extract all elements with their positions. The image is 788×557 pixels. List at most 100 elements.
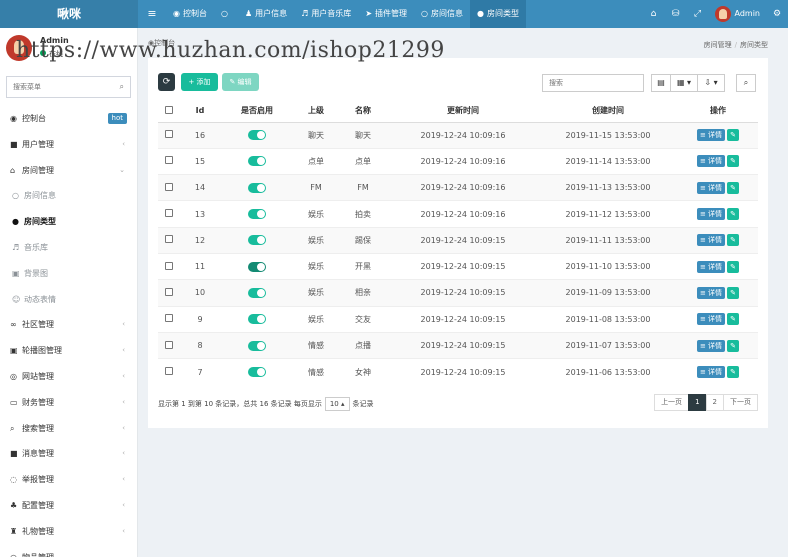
enabled-toggle[interactable]: [248, 209, 266, 220]
detail-button[interactable]: ≡ 详情: [696, 366, 726, 379]
breadcrumb-item[interactable]: 房间管理: [704, 41, 732, 49]
sidebar-item[interactable]: ♜ 礼物管理 ‹: [0, 519, 137, 545]
detail-button[interactable]: ≡ 详情: [696, 260, 726, 273]
row-checkbox[interactable]: [165, 261, 173, 270]
search-icon[interactable]: ⌕: [736, 74, 756, 92]
page-2-button[interactable]: 2: [705, 394, 724, 411]
search-icon[interactable]: ⌕: [120, 82, 124, 92]
table-search-input[interactable]: [549, 79, 639, 87]
row-checkbox[interactable]: [165, 209, 173, 218]
top-username[interactable]: Admin: [735, 0, 761, 28]
menu-toggle-icon[interactable]: ≡: [144, 0, 160, 28]
detail-button[interactable]: ≡ 详情: [696, 155, 726, 168]
sidebar-item[interactable]: ◉ 控制台 hot: [0, 106, 137, 132]
sidebar-item[interactable]: ▭ 财务管理 ‹: [0, 390, 137, 416]
name-cell: 开黑: [338, 252, 388, 280]
row-checkbox[interactable]: [165, 156, 173, 165]
avatar[interactable]: [714, 6, 731, 22]
enabled-toggle[interactable]: [248, 261, 266, 272]
enabled-toggle[interactable]: [248, 156, 266, 167]
page-1-button[interactable]: 1: [688, 394, 707, 411]
home-icon[interactable]: ⌂: [643, 0, 665, 28]
fullscreen-icon[interactable]: ⤢: [687, 0, 709, 28]
gift-icon: ♜: [10, 526, 18, 536]
sidebar-item[interactable]: ● 房间类型: [0, 209, 137, 235]
enabled-toggle[interactable]: [248, 367, 266, 378]
enabled-toggle[interactable]: [248, 314, 266, 325]
sidebar-item[interactable]: ♣ 配置管理 ‹: [0, 493, 137, 519]
sidebar-item[interactable]: ■ 消息管理 ‹: [0, 441, 137, 467]
export-icon[interactable]: ⇩ ▾: [697, 74, 725, 92]
enabled-cell: [220, 226, 294, 254]
detail-button[interactable]: ≡ 详情: [696, 129, 726, 142]
enabled-toggle[interactable]: [248, 235, 266, 246]
sidebar-item[interactable]: ○ 房间信息: [0, 183, 137, 209]
sidebar-item[interactable]: ⌕ 搜索管理 ‹: [0, 416, 137, 442]
row-checkbox[interactable]: [165, 314, 173, 323]
sidebar-item-label: 房间信息: [24, 191, 56, 201]
sidebar-item[interactable]: ◌ 举报管理 ‹: [0, 467, 137, 493]
sidebar-item[interactable]: ∞ 社区管理 ‹: [0, 312, 137, 338]
edit-row-button[interactable]: ✎: [727, 339, 740, 352]
sidebar-search-input[interactable]: [7, 77, 130, 97]
sidebar-item[interactable]: ▣ 背景图: [0, 261, 137, 287]
select-all-checkbox[interactable]: [165, 105, 173, 114]
edit-row-button[interactable]: ✎: [727, 155, 740, 168]
row-checkbox[interactable]: [165, 340, 173, 349]
topnav-item[interactable]: ○ 房间信息: [414, 0, 470, 28]
edit-row-button[interactable]: ✎: [727, 181, 740, 194]
sidebar-item[interactable]: ■ 用户管理 ‹: [0, 132, 137, 158]
next-page-button[interactable]: 下一页: [723, 394, 758, 411]
toggle-view-icon[interactable]: ▤: [651, 74, 671, 92]
brand-logo[interactable]: 啾咪: [0, 0, 138, 28]
enabled-toggle[interactable]: [248, 130, 266, 141]
prev-page-button[interactable]: 上一页: [654, 394, 690, 411]
bank-icon: ⌂: [10, 165, 16, 175]
edit-row-button[interactable]: ✎: [727, 313, 740, 326]
row-select-cell: [158, 305, 180, 333]
edit-row-button[interactable]: ✎: [727, 366, 740, 379]
topnav-item[interactable]: ◉ 控制台: [166, 0, 214, 28]
sidebar-item[interactable]: ◎ 网站管理 ‹: [0, 364, 137, 390]
row-checkbox[interactable]: [165, 287, 173, 296]
topnav-item[interactable]: ♟ 用户信息: [238, 0, 294, 28]
item-icon: ○: [10, 545, 22, 557]
columns-icon[interactable]: ▦ ▾: [670, 74, 698, 92]
topnav-item[interactable]: ➤ 插件管理: [358, 0, 414, 28]
edit-row-button[interactable]: ✎: [727, 234, 740, 247]
sidebar-item[interactable]: ▣ 轮播图管理 ‹: [0, 338, 137, 364]
topnav-item[interactable]: ♬ 用户音乐库: [294, 0, 358, 28]
detail-button[interactable]: ≡ 详情: [696, 339, 726, 352]
edit-row-button[interactable]: ✎: [727, 208, 740, 221]
detail-button[interactable]: ≡ 详情: [696, 181, 726, 194]
sidebar-item[interactable]: ☺ 动态表情: [0, 287, 137, 313]
row-checkbox[interactable]: [165, 235, 173, 244]
refresh-button[interactable]: ⟳: [158, 73, 175, 91]
enabled-toggle[interactable]: [248, 340, 266, 351]
row-checkbox[interactable]: [165, 182, 173, 191]
edit-row-button[interactable]: ✎: [727, 129, 740, 142]
detail-button[interactable]: ≡ 详情: [696, 208, 726, 221]
select-all-header[interactable]: [158, 100, 180, 123]
sidebar-item[interactable]: ○物品管理: [0, 545, 137, 557]
add-button[interactable]: + 添加: [181, 73, 218, 91]
page-size-select[interactable]: 10 ▴: [324, 397, 350, 411]
sidebar-item[interactable]: ♬ 音乐库: [0, 235, 137, 261]
detail-button[interactable]: ≡ 详情: [696, 313, 726, 326]
enabled-toggle[interactable]: [248, 182, 266, 193]
row-checkbox[interactable]: [165, 130, 173, 139]
topnav-item[interactable]: ● 房间类型: [470, 0, 526, 28]
detail-button[interactable]: ≡ 详情: [696, 286, 726, 299]
row-checkbox[interactable]: [165, 367, 173, 376]
sidebar-item[interactable]: ⌂ 房间管理 ⌄: [0, 158, 137, 184]
settings-icon[interactable]: ⚙: [766, 0, 788, 28]
enabled-toggle[interactable]: [248, 287, 266, 298]
sidebar-item-label: 动态表情: [24, 294, 56, 304]
edit-row-button[interactable]: ✎: [727, 286, 740, 299]
detail-button[interactable]: ≡ 详情: [696, 234, 726, 247]
created-cell: 2019-11-07 13:53:00: [538, 331, 678, 359]
edit-row-button[interactable]: ✎: [727, 260, 740, 273]
edit-button[interactable]: ✎ 编辑: [222, 73, 259, 91]
cache-icon[interactable]: ⛁: [665, 0, 687, 28]
topnav-item[interactable]: ○: [214, 0, 238, 28]
